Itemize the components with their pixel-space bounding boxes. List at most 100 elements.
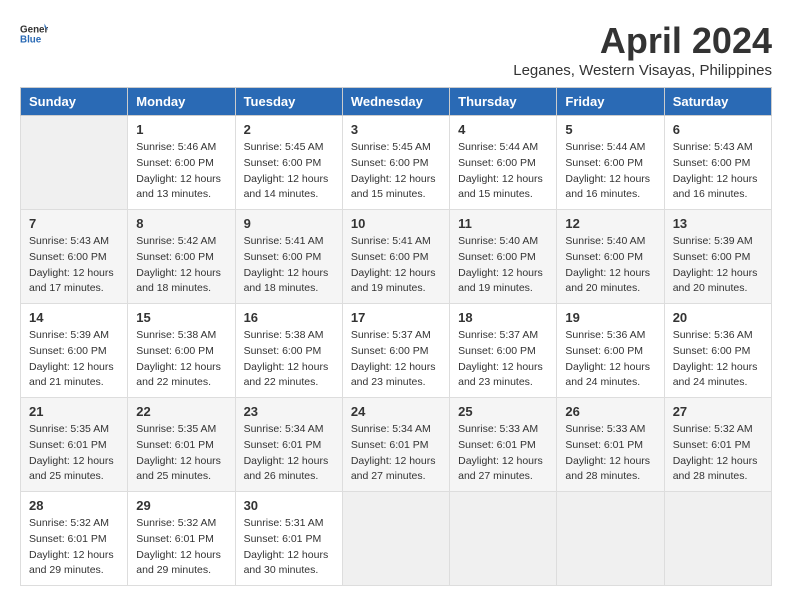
day-info: Sunrise: 5:35 AM Sunset: 6:01 PM Dayligh… <box>29 422 119 485</box>
day-number: 28 <box>29 498 119 513</box>
calendar-cell: 26 Sunrise: 5:33 AM Sunset: 6:01 PM Dayli… <box>557 398 664 492</box>
day-info: Sunrise: 5:34 AM Sunset: 6:01 PM Dayligh… <box>351 422 441 485</box>
calendar-cell: 29 Sunrise: 5:32 AM Sunset: 6:01 PM Dayli… <box>128 492 235 586</box>
day-info: Sunrise: 5:31 AM Sunset: 6:01 PM Dayligh… <box>244 516 334 579</box>
calendar-cell <box>557 492 664 586</box>
calendar-week-2: 7Sunrise: 5:43 AM Sunset: 6:00 PM Daylig… <box>21 210 772 304</box>
day-number: 6 <box>673 122 763 137</box>
day-info: Sunrise: 5:34 AM Sunset: 6:01 PM Dayligh… <box>244 422 334 485</box>
calendar-cell: 17Sunrise: 5:37 AM Sunset: 6:00 PM Dayli… <box>342 304 449 398</box>
day-info: Sunrise: 5:39 AM Sunset: 6:00 PM Dayligh… <box>673 234 763 297</box>
calendar-cell: 2 Sunrise: 5:45 AM Sunset: 6:00 PM Daylig… <box>235 116 342 210</box>
day-info: Sunrise: 5:45 AM Sunset: 6:00 PM Dayligh… <box>244 140 334 203</box>
weekday-header-tuesday: Tuesday <box>235 88 342 116</box>
weekday-header-wednesday: Wednesday <box>342 88 449 116</box>
day-number: 15 <box>136 310 226 325</box>
day-info: Sunrise: 5:37 AM Sunset: 6:00 PM Dayligh… <box>458 328 548 391</box>
calendar-cell: 4 Sunrise: 5:44 AM Sunset: 6:00 PM Daylig… <box>450 116 557 210</box>
calendar-cell <box>664 492 771 586</box>
day-number: 3 <box>351 122 441 137</box>
day-info: Sunrise: 5:43 AM Sunset: 6:00 PM Dayligh… <box>29 234 119 297</box>
calendar-cell: 11 Sunrise: 5:40 AM Sunset: 6:00 PM Dayli… <box>450 210 557 304</box>
day-info: Sunrise: 5:39 AM Sunset: 6:00 PM Dayligh… <box>29 328 119 391</box>
day-number: 2 <box>244 122 334 137</box>
calendar-cell: 18 Sunrise: 5:37 AM Sunset: 6:00 PM Dayli… <box>450 304 557 398</box>
calendar-cell: 3Sunrise: 5:45 AM Sunset: 6:00 PM Daylig… <box>342 116 449 210</box>
day-number: 12 <box>565 216 655 231</box>
calendar-week-1: 1Sunrise: 5:46 AM Sunset: 6:00 PM Daylig… <box>21 116 772 210</box>
day-info: Sunrise: 5:36 AM Sunset: 6:00 PM Dayligh… <box>565 328 655 391</box>
svg-text:Blue: Blue <box>20 34 42 45</box>
calendar-cell: 12 Sunrise: 5:40 AM Sunset: 6:00 PM Dayli… <box>557 210 664 304</box>
calendar-cell: 20 Sunrise: 5:36 AM Sunset: 6:00 PM Dayli… <box>664 304 771 398</box>
day-number: 11 <box>458 216 548 231</box>
day-number: 8 <box>136 216 226 231</box>
calendar-cell: 15 Sunrise: 5:38 AM Sunset: 6:00 PM Dayli… <box>128 304 235 398</box>
day-number: 14 <box>29 310 119 325</box>
calendar-cell: 28Sunrise: 5:32 AM Sunset: 6:01 PM Dayli… <box>21 492 128 586</box>
day-info: Sunrise: 5:41 AM Sunset: 6:00 PM Dayligh… <box>244 234 334 297</box>
calendar-cell: 1Sunrise: 5:46 AM Sunset: 6:00 PM Daylig… <box>128 116 235 210</box>
day-info: Sunrise: 5:36 AM Sunset: 6:00 PM Dayligh… <box>673 328 763 391</box>
calendar-cell: 13 Sunrise: 5:39 AM Sunset: 6:00 PM Dayli… <box>664 210 771 304</box>
weekday-header-monday: Monday <box>128 88 235 116</box>
weekday-header-saturday: Saturday <box>664 88 771 116</box>
calendar-cell: 6 Sunrise: 5:43 AM Sunset: 6:00 PM Daylig… <box>664 116 771 210</box>
day-info: Sunrise: 5:44 AM Sunset: 6:00 PM Dayligh… <box>565 140 655 203</box>
day-info: Sunrise: 5:44 AM Sunset: 6:00 PM Dayligh… <box>458 140 548 203</box>
calendar-cell: 21 Sunrise: 5:35 AM Sunset: 6:01 PM Dayli… <box>21 398 128 492</box>
day-number: 1 <box>136 122 226 137</box>
calendar-week-5: 28 Sunrise: 5:32 AM Sunset: 6:01 PM Dayli… <box>21 492 772 586</box>
calendar-week-4: 21 Sunrise: 5:35 AM Sunset: 6:01 PM Dayli… <box>21 398 772 492</box>
calendar-cell: 9 Sunrise: 5:41 AM Sunset: 6:00 PM Daylig… <box>235 210 342 304</box>
day-number: 27 <box>673 404 763 419</box>
calendar-cell: 10Sunrise: 5:41 AM Sunset: 6:00 PM Dayli… <box>342 210 449 304</box>
day-number: 30 <box>244 498 334 513</box>
calendar-cell: 16Sunrise: 5:38 AM Sunset: 6:00 PM Dayli… <box>235 304 342 398</box>
day-number: 29 <box>136 498 226 513</box>
day-info: Sunrise: 5:33 AM Sunset: 6:01 PM Dayligh… <box>458 422 548 485</box>
calendar-cell: 22 Sunrise: 5:35 AM Sunset: 6:01 PM Dayli… <box>128 398 235 492</box>
weekday-header-friday: Friday <box>557 88 664 116</box>
weekday-header-row: SundayMondayTuesdayWednesdayThursdayFrid… <box>21 88 772 116</box>
day-number: 18 <box>458 310 548 325</box>
logo: General Blue <box>20 20 48 48</box>
day-info: Sunrise: 5:40 AM Sunset: 6:00 PM Dayligh… <box>565 234 655 297</box>
day-number: 13 <box>673 216 763 231</box>
day-info: Sunrise: 5:42 AM Sunset: 6:00 PM Dayligh… <box>136 234 226 297</box>
calendar-cell: 27 Sunrise: 5:32 AM Sunset: 6:01 PM Dayli… <box>664 398 771 492</box>
weekday-header-thursday: Thursday <box>450 88 557 116</box>
calendar-week-3: 14 Sunrise: 5:39 AM Sunset: 6:00 PM Dayli… <box>21 304 772 398</box>
calendar-cell <box>450 492 557 586</box>
day-info: Sunrise: 5:38 AM Sunset: 6:00 PM Dayligh… <box>136 328 226 391</box>
day-info: Sunrise: 5:43 AM Sunset: 6:00 PM Dayligh… <box>673 140 763 203</box>
day-number: 21 <box>29 404 119 419</box>
day-info: Sunrise: 5:40 AM Sunset: 6:00 PM Dayligh… <box>458 234 548 297</box>
day-number: 9 <box>244 216 334 231</box>
day-number: 20 <box>673 310 763 325</box>
calendar-cell: 19 Sunrise: 5:36 AM Sunset: 6:00 PM Dayli… <box>557 304 664 398</box>
calendar-cell: 14 Sunrise: 5:39 AM Sunset: 6:00 PM Dayli… <box>21 304 128 398</box>
day-info: Sunrise: 5:33 AM Sunset: 6:01 PM Dayligh… <box>565 422 655 485</box>
month-title: April 2024 <box>513 20 772 62</box>
calendar-table: SundayMondayTuesdayWednesdayThursdayFrid… <box>20 87 772 586</box>
day-number: 22 <box>136 404 226 419</box>
calendar-cell: 24Sunrise: 5:34 AM Sunset: 6:01 PM Dayli… <box>342 398 449 492</box>
day-number: 26 <box>565 404 655 419</box>
day-number: 25 <box>458 404 548 419</box>
day-info: Sunrise: 5:32 AM Sunset: 6:01 PM Dayligh… <box>136 516 226 579</box>
day-number: 23 <box>244 404 334 419</box>
day-number: 4 <box>458 122 548 137</box>
calendar-cell: 7Sunrise: 5:43 AM Sunset: 6:00 PM Daylig… <box>21 210 128 304</box>
day-number: 10 <box>351 216 441 231</box>
day-info: Sunrise: 5:35 AM Sunset: 6:01 PM Dayligh… <box>136 422 226 485</box>
calendar-cell <box>342 492 449 586</box>
calendar-cell <box>21 116 128 210</box>
header: General Blue April 2024 Leganes, Western… <box>20 20 772 79</box>
calendar-cell: 23 Sunrise: 5:34 AM Sunset: 6:01 PM Dayli… <box>235 398 342 492</box>
location-title: Leganes, Western Visayas, Philippines <box>513 62 772 79</box>
day-info: Sunrise: 5:32 AM Sunset: 6:01 PM Dayligh… <box>673 422 763 485</box>
calendar-cell: 30 Sunrise: 5:31 AM Sunset: 6:01 PM Dayli… <box>235 492 342 586</box>
day-number: 19 <box>565 310 655 325</box>
calendar-cell: 8 Sunrise: 5:42 AM Sunset: 6:00 PM Daylig… <box>128 210 235 304</box>
